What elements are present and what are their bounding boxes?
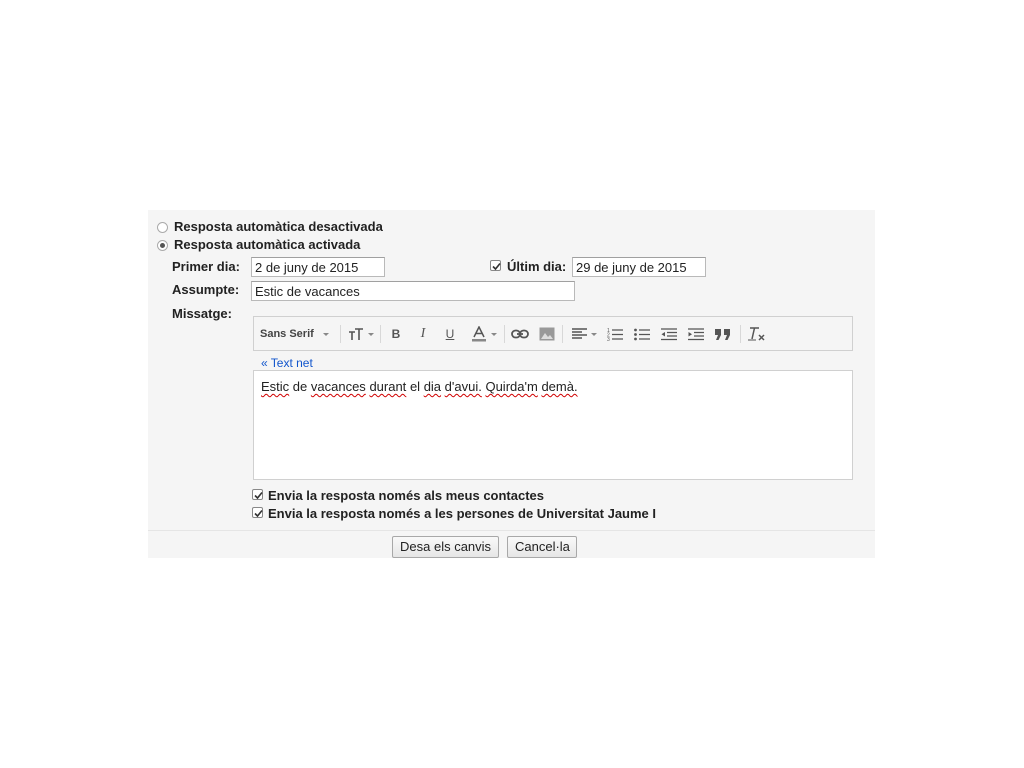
checkmark-icon — [254, 509, 263, 518]
text-color-icon — [471, 326, 486, 342]
first-day-field[interactable]: 2 de juny de 2015 — [251, 257, 385, 277]
spell-word: Quirda'm — [485, 379, 538, 394]
checkmark-icon — [492, 262, 501, 271]
quote-icon[interactable] — [714, 326, 732, 342]
formatting-toolbar: Sans Serif B I U 123 — [253, 316, 853, 351]
spell-word: durant — [369, 379, 407, 394]
contacts-only-label[interactable]: Envia la resposta només als meus contact… — [268, 488, 544, 503]
checkmark-icon — [254, 491, 263, 500]
chevron-down-icon — [590, 332, 597, 336]
footer-divider — [148, 530, 875, 531]
spell-word: d'avui. — [444, 379, 482, 394]
underline-icon[interactable]: U — [442, 326, 458, 342]
last-day-field[interactable]: 29 de juny de 2015 — [572, 257, 706, 277]
align-button[interactable] — [569, 326, 599, 342]
save-button[interactable]: Desa els canvis — [392, 536, 499, 558]
text-color-button[interactable] — [468, 326, 500, 342]
spell-word: demà. — [541, 379, 578, 394]
font-family-label: Sans Serif — [260, 328, 314, 340]
vacation-off-radio[interactable] — [157, 222, 168, 233]
domain-only-label[interactable]: Envia la resposta només a les persones d… — [268, 506, 656, 521]
remove-formatting-icon[interactable] — [747, 326, 767, 342]
message-text: Estic de vacances durant el dia d'avui. … — [261, 379, 578, 394]
first-day-label: Primer dia: — [172, 259, 240, 274]
font-size-button[interactable] — [346, 326, 376, 342]
cancel-button[interactable]: Cancel·la — [507, 536, 577, 558]
numbered-list-icon[interactable]: 123 — [606, 326, 624, 342]
image-icon[interactable] — [538, 326, 556, 342]
font-family-select[interactable]: Sans Serif — [260, 326, 338, 342]
spell-word: Estic — [261, 379, 290, 394]
vacation-on-radio[interactable] — [157, 240, 168, 251]
contacts-only-checkbox[interactable] — [252, 489, 263, 500]
vacation-on-label[interactable]: Resposta automàtica activada — [174, 237, 360, 252]
spell-word: vacances — [310, 379, 366, 394]
last-day-checkbox[interactable] — [490, 260, 501, 271]
chevron-down-icon — [490, 332, 497, 336]
bold-icon[interactable]: B — [388, 326, 404, 342]
word: el — [409, 379, 421, 394]
message-label: Missatge: — [172, 306, 232, 321]
plain-text-link[interactable]: « Text net — [261, 356, 313, 370]
font-size-icon — [349, 328, 363, 340]
spell-word: dia — [423, 379, 442, 394]
svg-text:3: 3 — [607, 337, 610, 341]
last-day-label: Últim dia: — [507, 259, 567, 274]
indent-more-icon[interactable] — [687, 326, 705, 342]
indent-less-icon[interactable] — [660, 326, 678, 342]
vacation-off-label[interactable]: Resposta automàtica desactivada — [174, 219, 383, 234]
word: de — [292, 379, 308, 394]
domain-only-checkbox[interactable] — [252, 507, 263, 518]
chevron-down-icon — [368, 332, 374, 336]
chevron-down-icon — [322, 332, 329, 336]
bulleted-list-icon[interactable] — [633, 326, 651, 342]
subject-field[interactable]: Estic de vacances — [251, 281, 575, 301]
message-editor[interactable]: Estic de vacances durant el dia d'avui. … — [253, 370, 853, 480]
align-icon — [571, 328, 587, 339]
italic-icon[interactable]: I — [415, 326, 431, 342]
subject-label: Assumpte: — [172, 282, 240, 297]
link-icon[interactable] — [510, 326, 530, 342]
